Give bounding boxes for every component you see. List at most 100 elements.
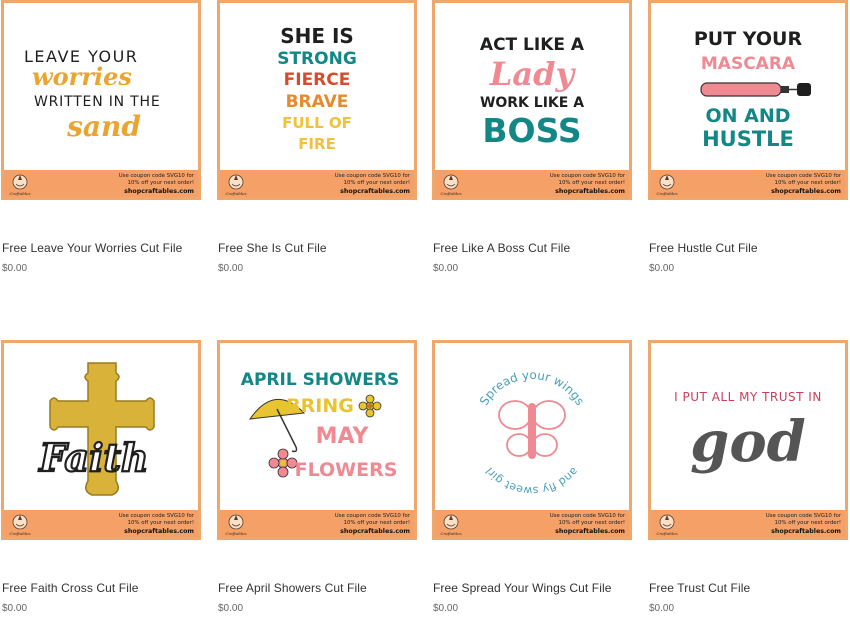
logo-text: Craftables — [656, 191, 677, 196]
product-image[interactable]: Spread your wings and fly sweet girl Cra… — [432, 340, 632, 540]
logo-text: Craftables — [440, 191, 461, 196]
product-title[interactable]: Free Spread Your Wings Cut File — [433, 581, 612, 595]
promo-text: Use coupon code SVG10 for 10% off your n… — [119, 513, 194, 535]
product-title[interactable]: Free Leave Your Worries Cut File — [2, 241, 182, 255]
product-card[interactable]: APRIL SHOWERS BRING MAY FLOWERS Craftabl… — [217, 340, 417, 630]
product-image[interactable]: APRIL SHOWERS BRING MAY FLOWERS Craftabl… — [217, 340, 417, 540]
promo-text: Use coupon code SVG10 for 10% off your n… — [766, 513, 841, 535]
art-line: BRING — [286, 395, 354, 417]
promo-line-1: Use coupon code SVG10 for — [765, 513, 841, 519]
art-line: and fly sweet girl — [483, 465, 581, 497]
art-line: BRAVE — [286, 92, 349, 112]
promo-text: Use coupon code SVG10 for 10% off your n… — [550, 173, 625, 195]
design-artwork: Faith — [4, 343, 198, 513]
butterfly-icon — [498, 400, 566, 459]
product-image[interactable]: I PUT ALL MY TRUST IN god Craftables Use… — [648, 340, 848, 540]
design-artwork: ACT LIKE A Lady WORK LIKE A BOSS — [435, 3, 629, 173]
product-price: $0.00 — [649, 263, 675, 274]
art-line: MASCARA — [701, 54, 796, 74]
design-artwork: LEAVE YOUR worries WRITTEN IN THE sand — [4, 3, 198, 173]
flower-icon — [268, 448, 298, 478]
product-price: $0.00 — [218, 263, 244, 274]
promo-line-2: 10% off your next order! — [343, 180, 410, 186]
product-image[interactable]: PUT YOUR MASCARA ON AND HUSTLE Craftable… — [648, 0, 848, 200]
product-title[interactable]: Free She Is Cut File — [218, 241, 327, 255]
promo-line-2: 10% off your next order! — [127, 520, 194, 526]
promo-strip: Craftables Use coupon code SVG10 for 10%… — [220, 510, 414, 537]
mascara-wand-icon — [700, 82, 811, 97]
unicorn-logo-icon: Craftables — [655, 172, 679, 196]
art-line: Faith — [38, 435, 148, 480]
promo-strip: Craftables Use coupon code SVG10 for 10%… — [220, 170, 414, 197]
product-card[interactable]: I PUT ALL MY TRUST IN god Craftables Use… — [648, 340, 848, 630]
product-price: $0.00 — [649, 603, 675, 614]
promo-line-1: Use coupon code SVG10 for — [118, 173, 194, 179]
promo-strip: Craftables Use coupon code SVG10 for 10%… — [651, 170, 845, 197]
art-line: Spread your wings — [477, 368, 587, 408]
flower-icon — [358, 394, 382, 418]
unicorn-logo-icon: Craftables — [655, 512, 679, 536]
art-line: APRIL SHOWERS — [241, 370, 399, 390]
product-price: $0.00 — [218, 603, 244, 614]
promo-strip: Craftables Use coupon code SVG10 for 10%… — [435, 510, 629, 537]
product-image[interactable]: ACT LIKE A Lady WORK LIKE A BOSS Craftab… — [432, 0, 632, 200]
promo-text: Use coupon code SVG10 for 10% off your n… — [335, 173, 410, 195]
design-artwork: SHE IS STRONG FIERCE BRAVE FULL OF FIRE — [220, 3, 414, 173]
promo-text: Use coupon code SVG10 for 10% off your n… — [119, 173, 194, 195]
product-card[interactable]: PUT YOUR MASCARA ON AND HUSTLE Craftable… — [648, 0, 848, 290]
promo-site: shopcraftables.com — [124, 528, 194, 535]
promo-site: shopcraftables.com — [771, 528, 841, 535]
art-line: BOSS — [482, 111, 581, 150]
design-artwork: Spread your wings and fly sweet girl — [435, 343, 629, 513]
art-line: FIRE — [298, 135, 336, 153]
promo-line-2: 10% off your next order! — [127, 180, 194, 186]
product-card[interactable]: SHE IS STRONG FIERCE BRAVE FULL OF FIRE … — [217, 0, 417, 290]
promo-line-2: 10% off your next order! — [774, 520, 841, 526]
promo-text: Use coupon code SVG10 for 10% off your n… — [335, 513, 410, 535]
unicorn-logo-icon: Craftables — [439, 512, 463, 536]
product-price: $0.00 — [2, 263, 28, 274]
art-line: ON AND — [705, 105, 790, 127]
promo-line-1: Use coupon code SVG10 for — [334, 513, 410, 519]
promo-strip: Craftables Use coupon code SVG10 for 10%… — [435, 170, 629, 197]
product-title[interactable]: Free Faith Cross Cut File — [2, 581, 139, 595]
unicorn-logo-icon: Craftables — [8, 172, 32, 196]
product-card[interactable]: Faith Craftables Use coupon code SVG10 f… — [1, 340, 201, 630]
promo-strip: Craftables Use coupon code SVG10 for 10%… — [651, 510, 845, 537]
product-title[interactable]: Free Hustle Cut File — [649, 241, 758, 255]
product-image[interactable]: LEAVE YOUR worries WRITTEN IN THE sand C… — [1, 0, 201, 200]
art-line: ACT LIKE A — [480, 35, 585, 55]
logo-text: Craftables — [225, 531, 246, 536]
art-line: WRITTEN IN THE — [34, 94, 161, 110]
product-card[interactable]: Spread your wings and fly sweet girl Cra… — [432, 340, 632, 630]
product-card[interactable]: ACT LIKE A Lady WORK LIKE A BOSS Craftab… — [432, 0, 632, 290]
art-line: god — [690, 409, 806, 475]
promo-line-1: Use coupon code SVG10 for — [765, 173, 841, 179]
art-line: FLOWERS — [295, 459, 398, 481]
design-artwork: PUT YOUR MASCARA ON AND HUSTLE — [651, 3, 845, 173]
promo-line-2: 10% off your next order! — [558, 180, 625, 186]
promo-text: Use coupon code SVG10 for 10% off your n… — [550, 513, 625, 535]
product-image[interactable]: Faith Craftables Use coupon code SVG10 f… — [1, 340, 201, 540]
promo-line-1: Use coupon code SVG10 for — [549, 173, 625, 179]
product-title[interactable]: Free Like A Boss Cut File — [433, 241, 570, 255]
promo-site: shopcraftables.com — [555, 528, 625, 535]
product-card[interactable]: LEAVE YOUR worries WRITTEN IN THE sand C… — [1, 0, 201, 290]
art-line: sand — [66, 110, 141, 143]
product-title[interactable]: Free Trust Cut File — [649, 581, 750, 595]
promo-line-2: 10% off your next order! — [343, 520, 410, 526]
art-line: I PUT ALL MY TRUST IN — [674, 390, 822, 404]
product-title[interactable]: Free April Showers Cut File — [218, 581, 367, 595]
art-line: HUSTLE — [702, 127, 794, 151]
art-line: WORK LIKE A — [480, 95, 584, 111]
design-artwork: I PUT ALL MY TRUST IN god — [651, 343, 845, 513]
promo-line-2: 10% off your next order! — [558, 520, 625, 526]
product-price: $0.00 — [433, 263, 459, 274]
product-image[interactable]: SHE IS STRONG FIERCE BRAVE FULL OF FIRE … — [217, 0, 417, 200]
art-line: Lady — [489, 55, 577, 93]
art-line: worries — [32, 62, 132, 91]
art-line: MAY — [316, 424, 370, 449]
promo-strip: Craftables Use coupon code SVG10 for 10%… — [4, 510, 198, 537]
art-line: PUT YOUR — [694, 28, 803, 50]
promo-site: shopcraftables.com — [771, 188, 841, 195]
